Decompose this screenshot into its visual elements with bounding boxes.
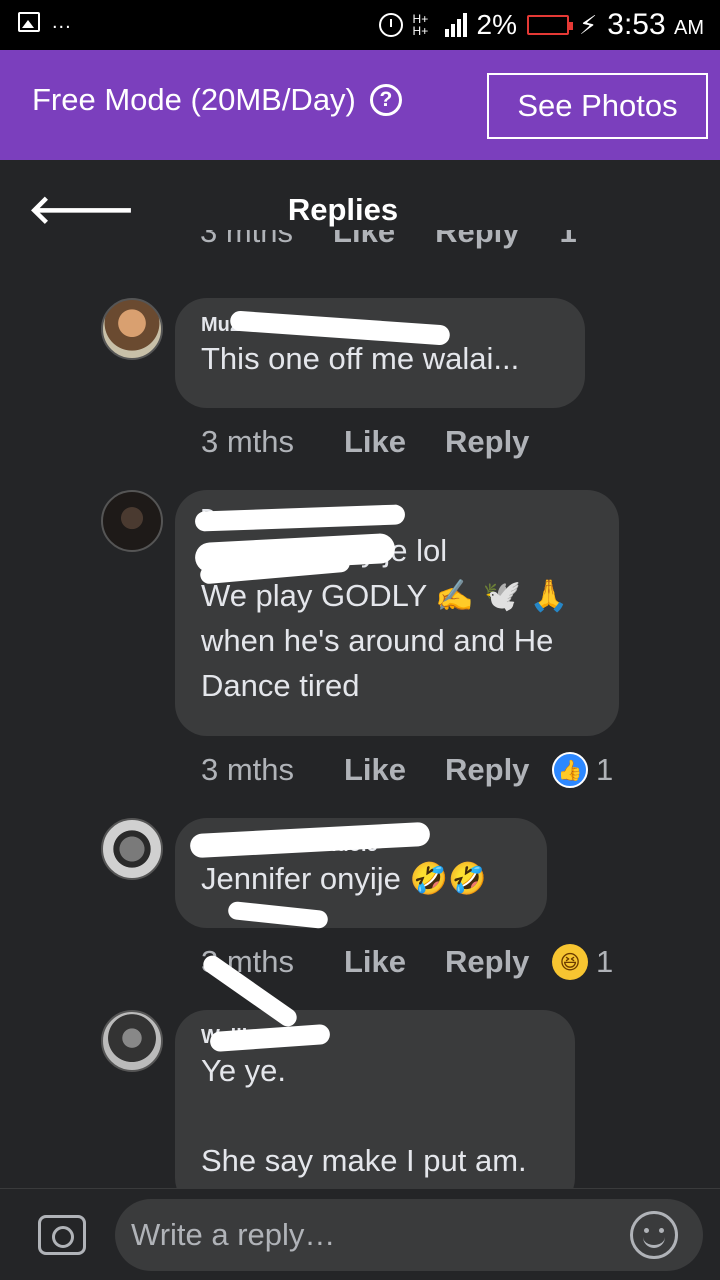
comment-actions: 3 mths Like Reply — [201, 424, 552, 460]
reaction-summary[interactable]: 👍 1 — [552, 752, 613, 788]
previous-time: 3 mths — [200, 230, 294, 249]
previous-actions-row: 3 mths Like Reply 1 — [200, 230, 577, 250]
camera-icon[interactable] — [38, 1215, 86, 1255]
avatar[interactable] — [101, 1010, 163, 1072]
reaction-summary[interactable]: 😆 1 — [552, 944, 613, 980]
more-notifications-icon: ... — [52, 11, 72, 33]
comment-text: Jennifer onyije 🤣🤣 — [201, 861, 487, 896]
haha-reaction-icon: 😆 — [552, 944, 588, 980]
status-left: ... — [18, 12, 72, 32]
reply-input[interactable] — [115, 1199, 703, 1271]
comment-time: 3 mths — [201, 424, 295, 459]
page-title: Replies — [287, 192, 399, 227]
avatar[interactable] — [101, 490, 163, 552]
battery-percent: 2% — [476, 9, 517, 40]
like-button[interactable]: Like — [344, 424, 445, 460]
clock-ampm: AM — [674, 17, 704, 39]
like-reaction-icon: 👍 — [552, 752, 588, 788]
previous-reaction-count: 1 — [559, 230, 577, 249]
reply-button[interactable]: Reply — [445, 752, 552, 788]
alarm-icon — [378, 13, 403, 37]
like-button[interactable]: Like — [344, 944, 445, 980]
like-button[interactable]: Like — [344, 752, 445, 788]
reaction-count: 1 — [596, 944, 614, 979]
reply-composer — [0, 1188, 720, 1280]
free-mode-banner: Free Mode (20MB/Day) ? See Photos — [0, 50, 720, 160]
avatar[interactable] — [101, 818, 163, 880]
previous-reply-button[interactable]: Reply — [435, 230, 519, 250]
free-mode-info[interactable]: Free Mode (20MB/Day) ? — [32, 82, 402, 118]
help-icon[interactable]: ? — [369, 84, 402, 116]
reply-button[interactable]: Reply — [445, 424, 552, 460]
reaction-count: 1 — [596, 752, 614, 787]
replies-list[interactable]: 3 mths Like Reply 1 Muziel This one off … — [0, 230, 720, 1188]
comment-text: This one off me walai... — [201, 341, 520, 376]
clock-time: 3:53 — [607, 8, 666, 41]
previous-like-button[interactable]: Like — [333, 230, 395, 250]
avatar[interactable] — [101, 298, 163, 360]
emoji-icon[interactable] — [630, 1211, 678, 1259]
comment-time: 3 mths — [201, 752, 295, 787]
reply-button[interactable]: Reply — [445, 944, 552, 980]
signal-icon — [444, 13, 467, 37]
status-right: H+ H+ 2% ⚡ 3:53 AM — [378, 8, 704, 42]
comment-text: Ye ye. She say make I put am. — [201, 1053, 527, 1178]
clock: 3:53 AM — [607, 8, 704, 42]
see-photos-button[interactable]: See Photos — [487, 73, 708, 139]
network-type: H+ H+ — [412, 12, 429, 38]
image-icon — [18, 12, 40, 32]
charging-icon: ⚡ — [579, 9, 598, 40]
free-mode-label: Free Mode (20MB/Day) — [32, 82, 356, 117]
battery-icon — [527, 15, 573, 35]
status-bar: ... H+ H+ 2% ⚡ 3:53 AM — [0, 0, 720, 50]
comment-actions: 3 mths Like Reply 😆 1 — [201, 944, 613, 980]
comment-actions: 3 mths Like Reply 👍 1 — [201, 752, 613, 788]
